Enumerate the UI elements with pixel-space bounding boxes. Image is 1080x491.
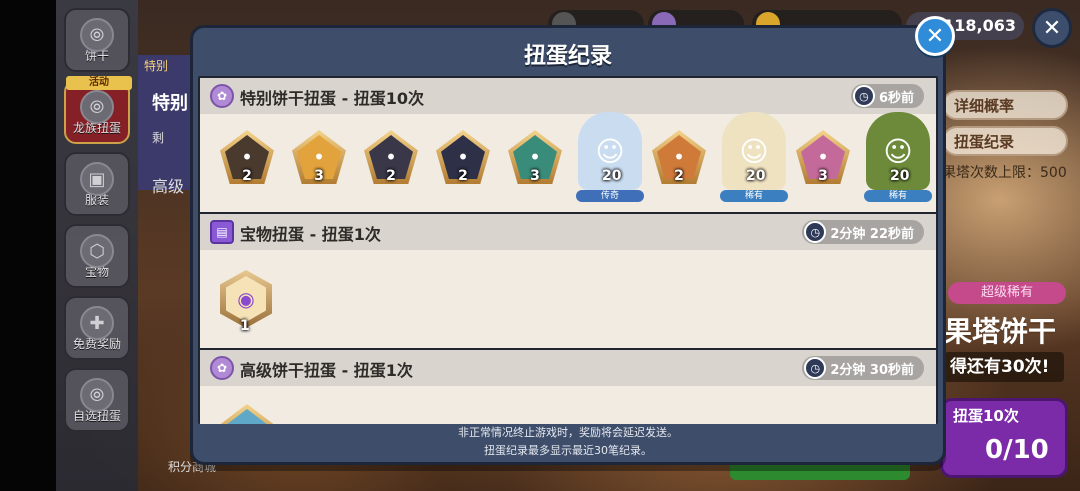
- remaining-pulls-text: 得还有30次!: [944, 352, 1064, 382]
- record-time-label: 2分钟 30秒前: [830, 362, 914, 378]
- sidebar: ⦾ 饼干 ⦾ 龙族扭蛋 ▣ 服装 ⬡ 宝物 ✚ 免费奖励 ⦾ 自选扭蛋: [56, 0, 138, 491]
- modal-close-button[interactable]: ✕: [915, 16, 955, 56]
- screen-close-button[interactable]: ✕: [1032, 8, 1072, 48]
- reward-soulstone: • 3: [290, 126, 352, 206]
- sidebar-item-costume[interactable]: ▣ 服装: [64, 152, 130, 216]
- reward-soulstone: • 3: [794, 126, 856, 206]
- panel-title: 特别: [152, 93, 188, 114]
- pull-progress: 0/10: [985, 435, 1049, 465]
- event-tag: 活动: [66, 76, 132, 90]
- featured-cookie-name: 果塔饼干: [944, 315, 1057, 348]
- item-count: 3: [818, 168, 828, 184]
- panel-sub: 剩: [152, 131, 165, 145]
- footer-note-1: 非正常情况终止游戏时，奖励将会延迟发送。: [458, 426, 678, 439]
- reward-cookie: ☺ 20 稀有: [860, 112, 936, 208]
- rarity-label: 传奇: [576, 190, 644, 202]
- item-count: 3: [314, 168, 324, 184]
- clock-icon: ◷: [804, 221, 827, 243]
- item-count: 20: [890, 168, 910, 184]
- record-title: 特别饼干扭蛋 - 扭蛋10次: [240, 89, 425, 108]
- panel-tab: 特别: [144, 59, 169, 73]
- close-icon: ✕: [925, 23, 945, 49]
- item-count: 2: [674, 168, 684, 184]
- rarity-label: 稀有: [720, 190, 788, 202]
- item-count: 2: [242, 168, 252, 184]
- reward-soulstone: • 2: [650, 126, 712, 206]
- detail-probability-label: 详细概率: [954, 96, 1015, 115]
- sidebar-item-cookie[interactable]: ⦾ 饼干: [64, 8, 130, 72]
- record-entry: ▤ 宝物扭蛋 - 扭蛋1次 ◷ 2分钟 22秒前 ◉ 1: [200, 214, 936, 348]
- record-entry: ✿ 高级饼干扭蛋 - 扭蛋1次 ◷ 2分钟 30秒前: [200, 350, 936, 424]
- record-entry: ✿ 特别饼干扭蛋 - 扭蛋10次 ◷ 6秒前 • 2 • 3 • 2 • 2 • 3 ☺ 20 传奇 • 2…: [200, 78, 936, 212]
- gacha-icon: ⦾: [80, 90, 114, 124]
- cookie-icon: ⦾: [80, 18, 114, 52]
- record-title: 高级饼干扭蛋 - 扭蛋1次: [240, 361, 413, 380]
- item-count: 1: [240, 318, 250, 334]
- premium-gacha-icon: ✿: [210, 356, 234, 380]
- reward-soulstone: • 2: [218, 126, 280, 206]
- treasure-gacha-icon: ▤: [210, 220, 234, 244]
- record-header: ▤ 宝物扭蛋 - 扭蛋1次 ◷ 2分钟 22秒前: [200, 214, 936, 250]
- item-count: 3: [530, 168, 540, 184]
- clock-icon: ◷: [852, 85, 875, 107]
- record-time: ◷ 6秒前: [850, 84, 924, 108]
- treasure-item-icon: ◉: [226, 276, 266, 322]
- modal-title: 扭蛋纪录: [523, 44, 612, 69]
- reward-soulstone: • 2: [434, 126, 496, 206]
- gift-icon: ✚: [80, 306, 114, 340]
- record-list[interactable]: ✿ 特别饼干扭蛋 - 扭蛋10次 ◷ 6秒前 • 2 • 3 • 2 • 2 • 3 ☺ 20 传奇 • 2…: [198, 76, 938, 424]
- tower-limit-text: 果塔次数上限：500: [942, 165, 1067, 181]
- record-time-label: 6秒前: [878, 90, 914, 106]
- partial-item: [220, 404, 274, 424]
- panel-other: 高级: [152, 177, 185, 196]
- record-time: ◷ 2分钟 30秒前: [802, 356, 924, 380]
- pull-10-label: 扭蛋10次: [953, 407, 1019, 425]
- rarity-badge: 超级稀有: [948, 282, 1066, 304]
- reward-soulstone: • 2: [362, 126, 424, 206]
- reward-cookie: ☺ 20 稀有: [716, 112, 792, 208]
- record-time: ◷ 2分钟 22秒前: [802, 220, 924, 244]
- reward-cookie: ☺ 20 传奇: [572, 112, 648, 208]
- sidebar-item-select-gacha[interactable]: ⦾ 自选扭蛋: [64, 368, 130, 432]
- cookie-gacha-icon: ✿: [210, 84, 234, 108]
- modal-footer: 非正常情况终止游戏时，奖励将会延迟发送。 扭蛋纪录最多显示最近30笔纪录。: [190, 424, 946, 462]
- record-title: 宝物扭蛋 - 扭蛋1次: [240, 225, 381, 244]
- clock-icon: ◷: [804, 357, 827, 379]
- record-header: ✿ 特别饼干扭蛋 - 扭蛋10次 ◷ 6秒前: [200, 78, 936, 114]
- item-count: 20: [602, 168, 622, 184]
- item-count: 2: [386, 168, 396, 184]
- rarity-label: 稀有: [864, 190, 932, 202]
- reward-soulstone: • 3: [506, 126, 568, 206]
- gacha-record-button[interactable]: 扭蛋纪录: [942, 126, 1068, 156]
- gacha-record-label: 扭蛋纪录: [954, 132, 1015, 151]
- shirt-icon: ▣: [80, 162, 114, 196]
- pull-10-button[interactable]: 扭蛋10次 0/10: [940, 398, 1068, 478]
- record-header: ✿ 高级饼干扭蛋 - 扭蛋1次 ◷ 2分钟 30秒前: [200, 350, 936, 386]
- footer-note-2: 扭蛋纪录最多显示最近30笔纪录。: [484, 444, 652, 457]
- record-time-label: 2分钟 22秒前: [830, 226, 914, 242]
- detail-probability-button[interactable]: 详细概率: [942, 90, 1068, 120]
- gacha-select-icon: ⦾: [80, 378, 114, 412]
- treasure-icon: ⬡: [80, 234, 114, 268]
- item-count: 20: [746, 168, 766, 184]
- cookie-soulstone-icon: [225, 409, 269, 424]
- sidebar-item-free-reward[interactable]: ✚ 免费奖励: [64, 296, 130, 360]
- left-edge: [0, 0, 56, 491]
- item-count: 2: [458, 168, 468, 184]
- sidebar-item-treasure[interactable]: ⬡ 宝物: [64, 224, 130, 288]
